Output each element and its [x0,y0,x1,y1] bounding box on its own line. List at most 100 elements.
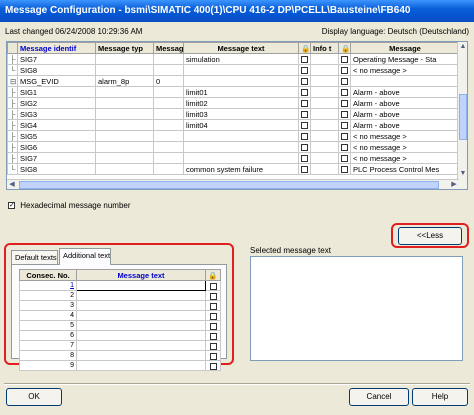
lock-checkbox-cell[interactable] [298,108,311,120]
table-row[interactable]: ├ SIG4 limit04 Alarm - above [7,119,460,131]
ok-button[interactable]: OK [6,388,62,406]
lock-checkbox-cell[interactable] [338,152,351,164]
message-text-cell[interactable] [183,130,299,142]
table-row[interactable]: 1 [19,280,221,291]
lock-checkbox-cell[interactable] [298,53,311,65]
lock-checkbox-cell[interactable] [338,53,351,65]
lock-checkbox-cell[interactable] [298,119,311,131]
message-type-cell[interactable]: alarm_8p [95,75,154,87]
table-row[interactable]: └ SIG8 < no message > [7,64,460,76]
message-id-cell[interactable]: SIG8 [17,64,96,76]
checkbox[interactable] [209,362,217,370]
checkbox[interactable] [341,56,348,64]
checkbox[interactable] [301,144,308,152]
col-header-message-type[interactable]: Message typ [95,42,154,54]
less-button[interactable]: <<Less [398,227,462,245]
lock-checkbox-cell[interactable] [298,130,311,142]
info-text-cell[interactable] [310,64,339,76]
message-text-cell[interactable]: limit04 [183,119,299,131]
cancel-button[interactable]: Cancel [349,388,409,406]
checkbox[interactable] [301,155,308,163]
additional-message-text-cell[interactable] [76,320,206,331]
table-row[interactable]: 8 [19,350,221,361]
message-class-cell[interactable]: PLC Process Control Mes [350,163,460,175]
info-text-cell[interactable] [310,75,339,87]
table-row[interactable]: └ SIG8 common system failure PLC Process Co… [7,163,460,175]
lock-checkbox-cell[interactable] [298,64,311,76]
table-row[interactable]: ├ SIG3 limit03 Alarm - above [7,108,460,120]
message-id-cell[interactable]: SIG4 [17,119,96,131]
table-row[interactable]: ├ SIG7 < no message > [7,152,460,164]
checkbox[interactable] [301,111,308,119]
message-id-cell[interactable]: SIG2 [17,97,96,109]
checkbox[interactable] [209,342,217,350]
lock-checkbox-cell[interactable] [298,152,311,164]
col-header-message-class[interactable]: Message [350,42,460,54]
checkbox[interactable] [341,89,348,97]
lock-checkbox-cell[interactable] [338,141,351,153]
message-grid[interactable]: Message identif Message typ Messag Messa… [6,41,468,190]
message-class-cell[interactable]: < no message > [350,152,460,164]
table-row[interactable]: 6 [19,330,221,341]
info-text-cell[interactable] [310,86,339,98]
lock-checkbox-cell[interactable] [205,330,221,341]
message-type-cell[interactable] [95,152,154,164]
col-header-message-id[interactable]: Message identif [17,42,96,54]
message-number-cell[interactable] [153,141,184,153]
message-number-cell[interactable] [153,64,184,76]
col-header-message-text[interactable]: Message text [183,42,299,54]
hex-message-number-row[interactable]: ✓ Hexadecimal message number [8,201,131,210]
message-class-cell[interactable]: Alarm - above [350,97,460,109]
info-text-cell[interactable] [310,163,339,175]
checkbox[interactable] [301,78,308,86]
additional-message-text-cell[interactable] [76,350,206,361]
message-class-cell[interactable]: Alarm - above [350,86,460,98]
checkbox[interactable] [301,56,308,64]
scroll-right-arrow-icon[interactable]: ▶ [449,180,459,189]
checkbox[interactable] [301,100,308,108]
lock-checkbox-cell[interactable] [205,360,221,371]
info-text-cell[interactable] [310,141,339,153]
lock-checkbox-cell[interactable] [205,310,221,321]
message-number-cell[interactable] [153,97,184,109]
message-class-cell[interactable]: Alarm - above [350,108,460,120]
additional-message-text-cell[interactable] [76,300,206,311]
message-class-cell[interactable]: < no message > [350,130,460,142]
table-row[interactable]: 7 [19,340,221,351]
lock-checkbox-cell[interactable] [298,75,311,87]
message-text-cell[interactable] [183,141,299,153]
table-row[interactable]: 3 [19,300,221,311]
hex-checkbox[interactable]: ✓ [8,202,15,210]
info-text-cell[interactable] [310,108,339,120]
checkbox[interactable] [301,133,308,141]
horizontal-scrollbar[interactable]: ◀ ▶ [7,179,459,189]
checkbox[interactable] [209,312,217,320]
lock-checkbox-cell[interactable] [338,86,351,98]
table-row[interactable]: 2 [19,290,221,301]
lock-checkbox-cell[interactable] [205,290,221,301]
horizontal-scroll-thumb[interactable] [19,181,439,189]
col-header-consec-no[interactable]: Consec. No. [19,269,77,281]
additional-message-text-cell[interactable] [76,280,206,291]
table-row[interactable]: ├ SIG6 < no message > [7,141,460,153]
message-type-cell[interactable] [95,97,154,109]
lock-checkbox-cell[interactable] [205,300,221,311]
message-id-cell[interactable]: SIG6 [17,141,96,153]
table-row[interactable]: 4 [19,310,221,321]
checkbox[interactable] [301,122,308,130]
lock-checkbox-cell[interactable] [298,86,311,98]
message-type-cell[interactable] [95,53,154,65]
scroll-left-arrow-icon[interactable]: ◀ [7,180,17,189]
message-class-cell[interactable]: < no message > [350,64,460,76]
table-row[interactable]: 5 [19,320,221,331]
checkbox[interactable] [301,166,308,174]
message-type-cell[interactable] [95,64,154,76]
message-text-cell[interactable]: limit01 [183,86,299,98]
vertical-scroll-thumb[interactable] [459,94,467,140]
table-row[interactable]: ⊟ MSG_EVID alarm_8p 0 [7,75,460,87]
checkbox[interactable] [209,292,217,300]
info-text-cell[interactable] [310,53,339,65]
lock-checkbox-cell[interactable] [338,119,351,131]
message-class-cell[interactable]: Alarm - above [350,119,460,131]
table-row[interactable]: ├ SIG7 simulation Operating Message - Sta [7,53,460,65]
